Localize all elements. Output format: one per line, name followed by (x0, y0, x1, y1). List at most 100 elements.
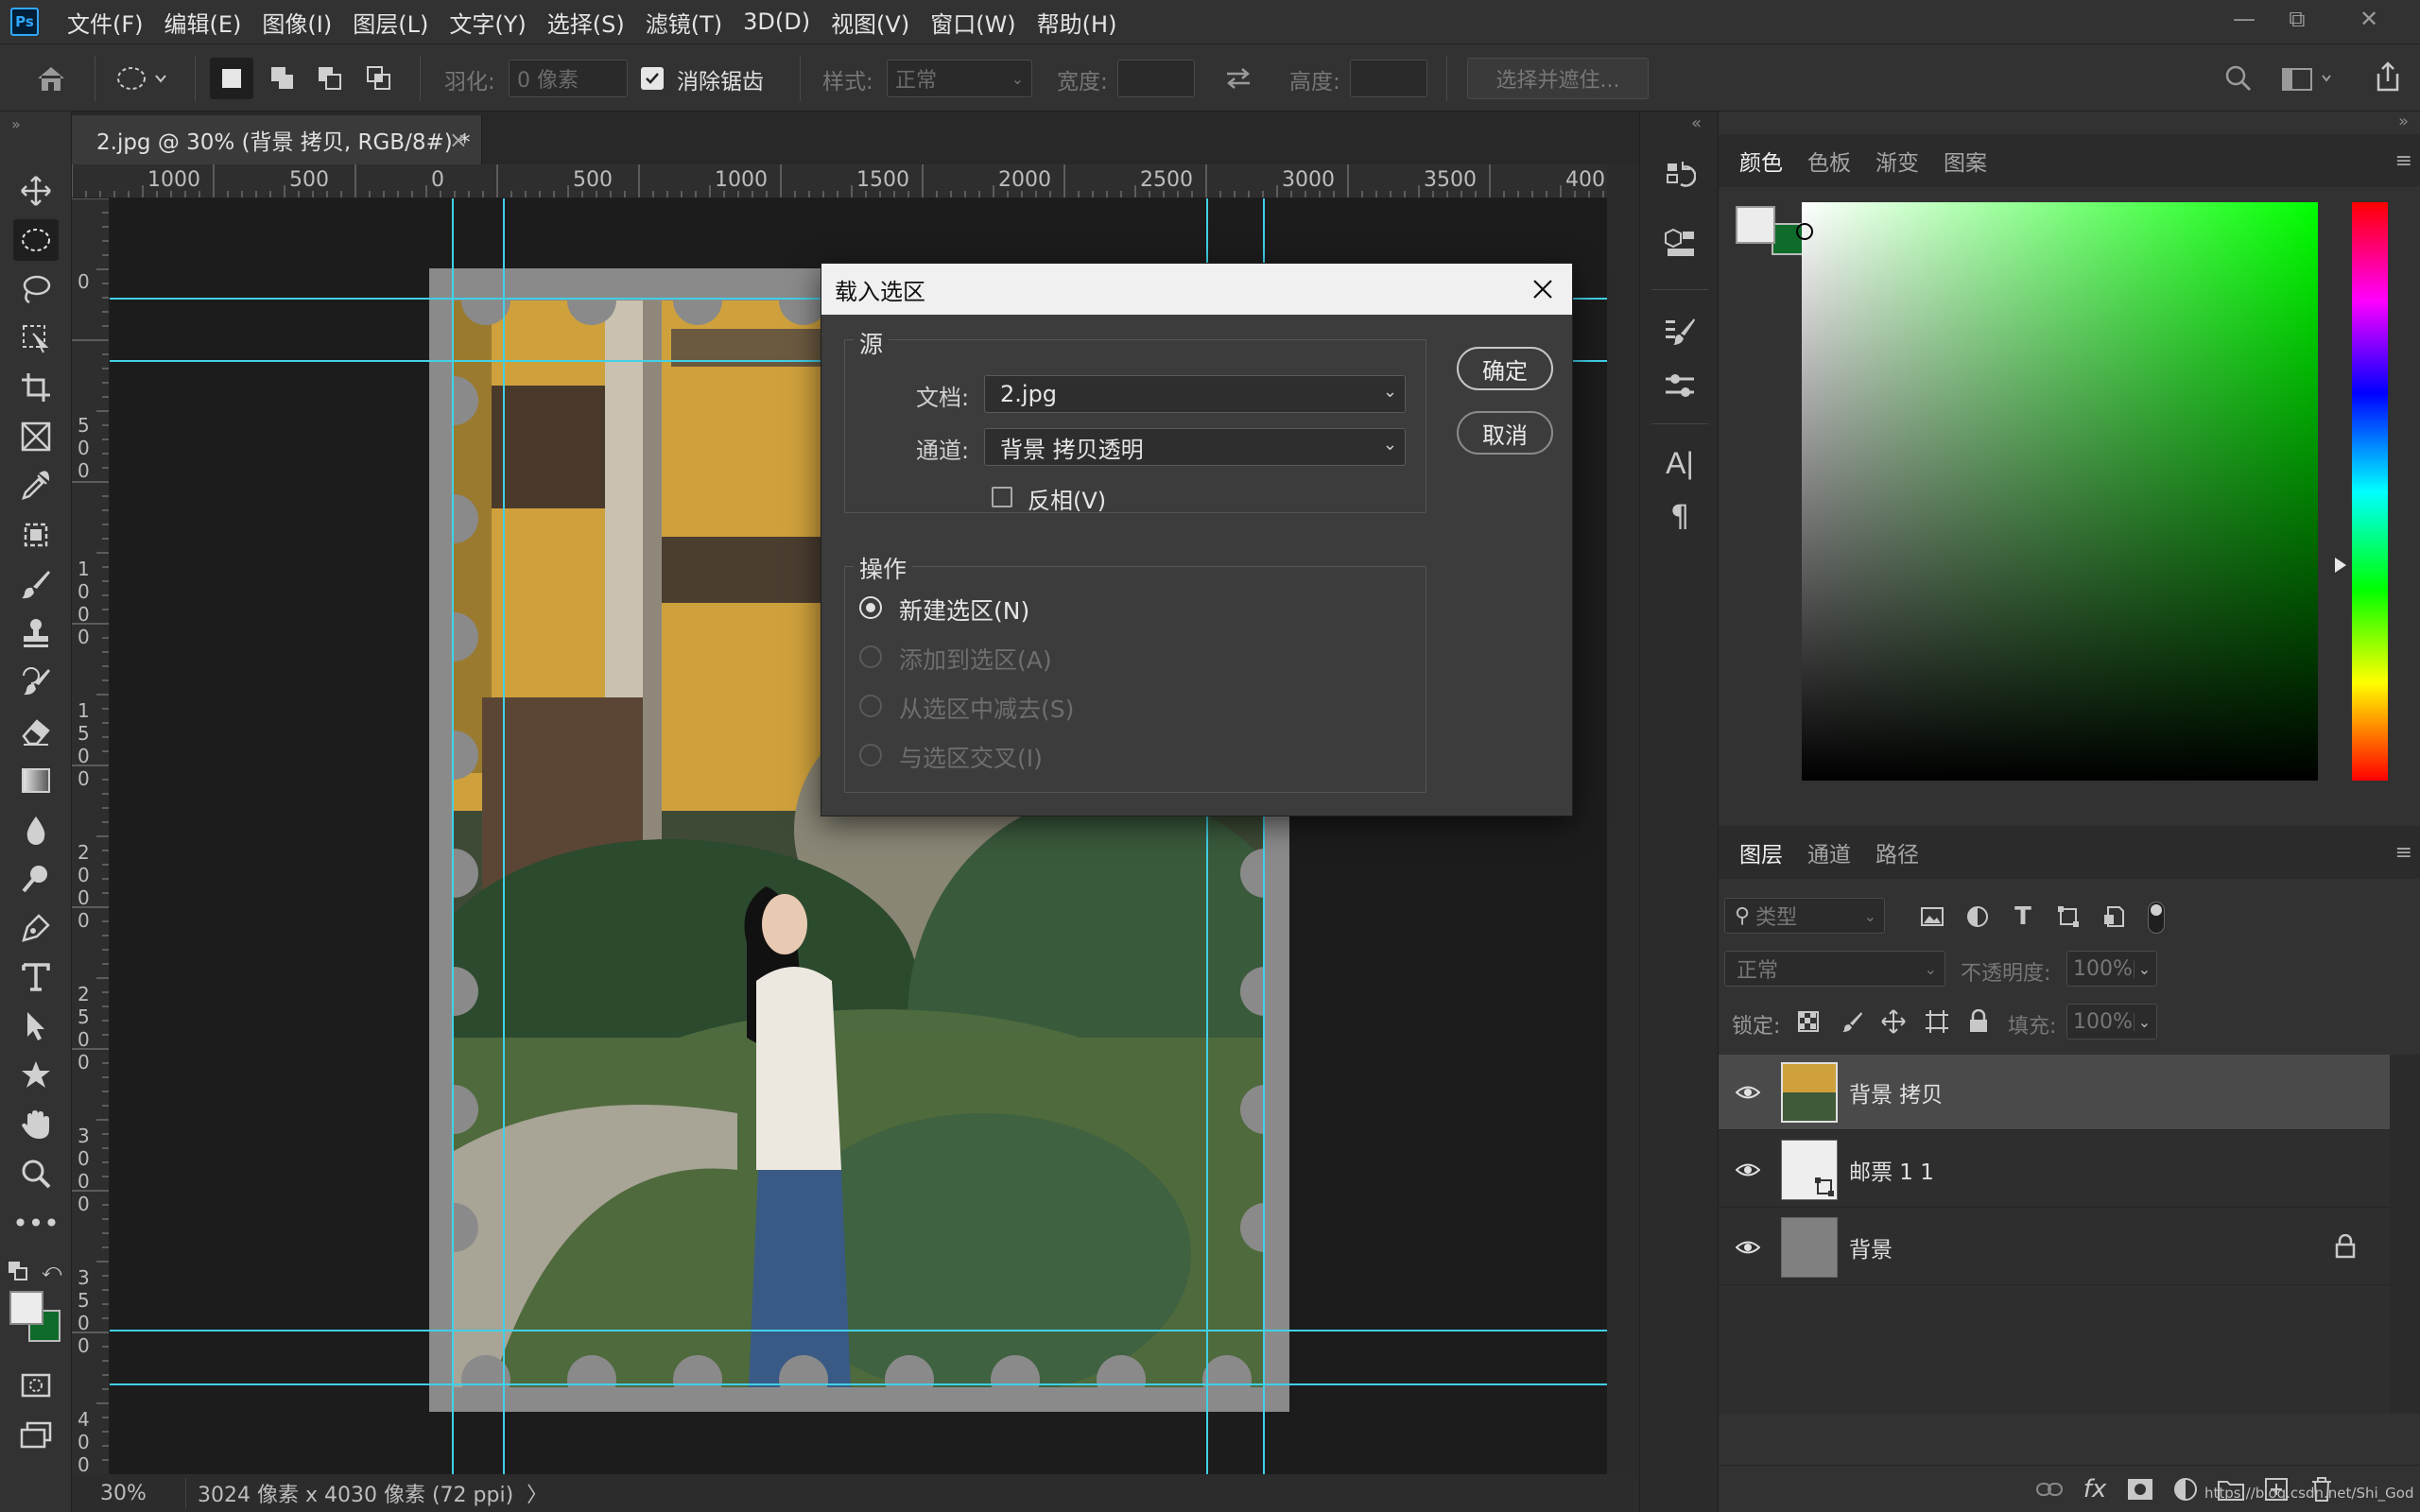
path-selection-tool-icon[interactable] (13, 1005, 59, 1047)
lock-all-icon[interactable] (1962, 1005, 1995, 1038)
swap-width-height-icon[interactable] (1219, 63, 1257, 94)
tab-channels[interactable]: 通道 (1804, 836, 1855, 868)
more-tools-icon[interactable]: ••• (12, 1202, 60, 1244)
filter-smart-object-icon[interactable] (2097, 900, 2131, 934)
dialog-close-icon[interactable] (1529, 275, 1557, 303)
tab-gradients[interactable]: 渐变 (1872, 145, 1923, 177)
layer-row[interactable]: 背景 (1719, 1210, 2390, 1285)
link-layers-icon[interactable] (2031, 1471, 2068, 1507)
filter-adjustment-icon[interactable] (1961, 900, 1995, 934)
filter-type-icon[interactable]: T (2006, 900, 2040, 934)
eye-icon[interactable] (1736, 1158, 1760, 1182)
elliptical-marquee-preset-icon[interactable] (113, 61, 172, 95)
height-input[interactable] (1350, 60, 1427, 97)
fx-icon[interactable]: fx (2076, 1471, 2114, 1507)
guide-line[interactable] (110, 1383, 1607, 1385)
home-icon[interactable] (32, 61, 70, 95)
restore-button[interactable]: ⧉ (2271, 0, 2324, 38)
hue-slider-handle[interactable] (2335, 558, 2346, 573)
brush-tool-icon[interactable] (13, 563, 59, 605)
default-colors-icon[interactable] (8, 1261, 28, 1285)
close-window-button[interactable]: ✕ (2342, 0, 2395, 38)
foreground-color-swatch[interactable] (9, 1291, 43, 1325)
paragraph-panel-icon[interactable]: ¶ (1659, 495, 1701, 537)
guide-line[interactable] (503, 198, 505, 1474)
custom-shape-tool-icon[interactable] (13, 1055, 59, 1096)
screen-mode-icon[interactable] (13, 1414, 59, 1455)
intersect-selection-icon[interactable] (357, 58, 401, 99)
history-panel-icon[interactable] (1659, 155, 1701, 197)
radio-new-selection[interactable] (859, 596, 882, 619)
blur-tool-icon[interactable] (13, 809, 59, 850)
menu-help[interactable]: 帮助(H) (1037, 6, 1117, 39)
adjustment-layer-icon[interactable] (2167, 1471, 2204, 1507)
tab-close-icon[interactable]: × (449, 127, 468, 153)
guide-line[interactable] (110, 1330, 1607, 1332)
swap-colors-icon[interactable]: ⤺ (42, 1259, 61, 1281)
zoom-level[interactable]: 30% (100, 1482, 157, 1505)
menu-view[interactable]: 视图(V) (831, 6, 909, 39)
blend-mode-select[interactable]: 正常 ⌄ (1724, 951, 1945, 987)
ok-button[interactable]: 确定 (1457, 347, 1553, 390)
antialias-checkbox[interactable] (641, 67, 664, 90)
width-input[interactable] (1117, 60, 1195, 97)
layer-row[interactable]: 邮票 1 1 (1719, 1132, 2390, 1208)
radio-intersect-selection[interactable] (859, 744, 882, 766)
eraser-tool-icon[interactable] (13, 711, 59, 752)
color-field[interactable] (1796, 202, 2318, 781)
eyedropper-tool-icon[interactable] (13, 465, 59, 507)
guide-line[interactable] (452, 198, 454, 1474)
menu-layer[interactable]: 图层(L) (353, 6, 428, 39)
layer-filter-select[interactable]: ⚲ 类型 ⌄ (1724, 898, 1885, 934)
menu-3d[interactable]: 3D(D) (743, 9, 810, 35)
menu-type[interactable]: 文字(Y) (449, 6, 526, 39)
chevron-down-icon[interactable]: ⌄ (2134, 1012, 2154, 1031)
menu-select[interactable]: 选择(S) (547, 6, 625, 39)
tab-patterns[interactable]: 图案 (1940, 145, 1991, 177)
menu-edit[interactable]: 编辑(E) (164, 6, 242, 39)
document-tab[interactable]: 2.jpg @ 30% (背景 拷贝, RGB/8#) * × (72, 115, 482, 164)
healing-brush-tool-icon[interactable] (13, 514, 59, 556)
elliptical-marquee-tool-icon[interactable] (13, 219, 59, 261)
hue-slider[interactable] (2352, 202, 2388, 781)
frame-tool-icon[interactable] (13, 416, 59, 457)
layers-scrollbar[interactable] (2390, 1055, 2420, 1414)
dodge-tool-icon[interactable] (13, 858, 59, 900)
history-brush-tool-icon[interactable] (13, 662, 59, 703)
lasso-tool-icon[interactable] (13, 268, 59, 310)
subtract-from-selection-icon[interactable] (308, 58, 352, 99)
search-icon[interactable] (2221, 61, 2256, 95)
type-tool-icon[interactable] (13, 956, 59, 998)
invert-checkbox[interactable] (992, 487, 1012, 507)
lock-position-icon[interactable] (1877, 1005, 1910, 1038)
panel-menu-icon[interactable]: ≡ (2395, 149, 2412, 173)
share-icon[interactable] (2369, 58, 2407, 95)
collapse-arrows-icon[interactable]: « (1691, 113, 1702, 133)
3d-panel-icon[interactable] (1659, 221, 1701, 263)
filter-shape-icon[interactable] (2051, 900, 2085, 934)
status-menu-arrow-icon[interactable]: 〉 (527, 1478, 547, 1508)
object-selection-tool-icon[interactable] (13, 318, 59, 359)
opacity-input[interactable]: 100% ⌄ (2066, 951, 2157, 987)
filter-pixel-icon[interactable] (1915, 900, 1949, 934)
tab-swatches[interactable]: 色板 (1804, 145, 1855, 177)
workspace-icon[interactable] (2280, 61, 2337, 95)
adjustments-panel-icon[interactable] (1659, 365, 1701, 406)
chevron-down-icon[interactable]: ⌄ (2134, 959, 2154, 978)
add-to-selection-icon[interactable] (261, 58, 304, 99)
layer-row[interactable]: 背景 拷贝 (1719, 1055, 2390, 1130)
menu-image[interactable]: 图像(I) (262, 6, 332, 39)
document-select[interactable]: 2.jpg ⌄ (984, 375, 1406, 413)
gradient-tool-icon[interactable] (13, 760, 59, 801)
color-picker-cursor[interactable] (1796, 223, 1813, 240)
new-selection-icon[interactable] (210, 58, 253, 99)
filter-toggle[interactable] (2148, 902, 2165, 934)
panel-foreground-swatch[interactable] (1736, 206, 1775, 244)
lock-transparent-icon[interactable] (1792, 1005, 1824, 1038)
character-panel-icon[interactable]: A| (1659, 442, 1701, 484)
radio-add-to-selection[interactable] (859, 645, 882, 668)
eye-icon[interactable] (1736, 1080, 1760, 1105)
brush-settings-icon[interactable] (1659, 310, 1701, 352)
menu-filter[interactable]: 滤镜(T) (646, 6, 722, 39)
add-mask-icon[interactable] (2121, 1471, 2159, 1507)
